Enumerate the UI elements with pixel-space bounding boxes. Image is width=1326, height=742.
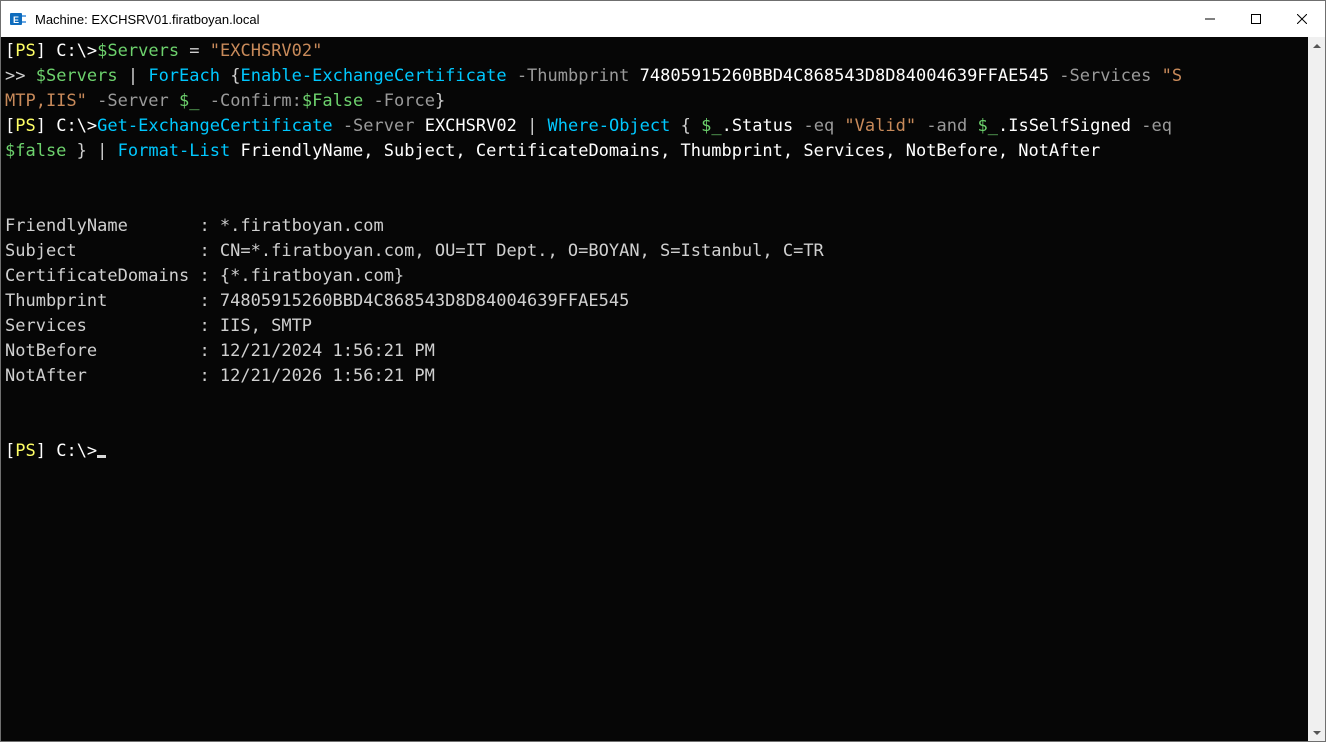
output-certdomains: CertificateDomains : {*.firatboyan.com} [5,266,404,286]
terminal-output[interactable]: [PS] C:\>$Servers = "EXCHSRV02" >> $Serv… [1,37,1308,741]
title-bar[interactable]: E Machine: EXCHSRV01.firatboyan.local [1,1,1325,37]
output-subject: Subject : CN=*.firatboyan.com, OU=IT Dep… [5,241,824,261]
close-button[interactable] [1279,1,1325,37]
client-area: [PS] C:\>$Servers = "EXCHSRV02" >> $Serv… [1,37,1325,741]
output-notbefore: NotBefore : 12/21/2024 1:56:21 PM [5,341,435,361]
minimize-button[interactable] [1187,1,1233,37]
output-notafter: NotAfter : 12/21/2026 1:56:21 PM [5,366,435,386]
line-2: >> $Servers | ForEach {Enable-ExchangeCe… [5,66,1182,86]
line-5: $false } | Format-List FriendlyName, Sub… [5,141,1100,161]
output-services: Services : IIS, SMTP [5,316,312,336]
cursor [97,455,106,458]
maximize-button[interactable] [1233,1,1279,37]
svg-text:E: E [13,15,19,25]
exchange-app-icon: E [9,10,27,28]
output-friendlyname: FriendlyName : *.firatboyan.com [5,216,384,236]
window-controls [1187,1,1325,37]
output-thumbprint: Thumbprint : 74805915260BBD4C868543D8D84… [5,291,629,311]
scroll-down-button[interactable] [1308,724,1325,741]
vertical-scrollbar[interactable] [1308,37,1325,741]
line-4: [PS] C:\>Get-ExchangeCertificate -Server… [5,116,1182,136]
line-3: MTP,IIS" -Server $_ -Confirm:$False -For… [5,91,445,111]
prompt-line: [PS] C:\> [5,441,106,461]
line-1: [PS] C:\>$Servers = "EXCHSRV02" [5,41,322,61]
window-frame: E Machine: EXCHSRV01.firatboyan.local [P… [0,0,1326,742]
scroll-up-button[interactable] [1308,37,1325,54]
window-title: Machine: EXCHSRV01.firatboyan.local [35,12,260,27]
